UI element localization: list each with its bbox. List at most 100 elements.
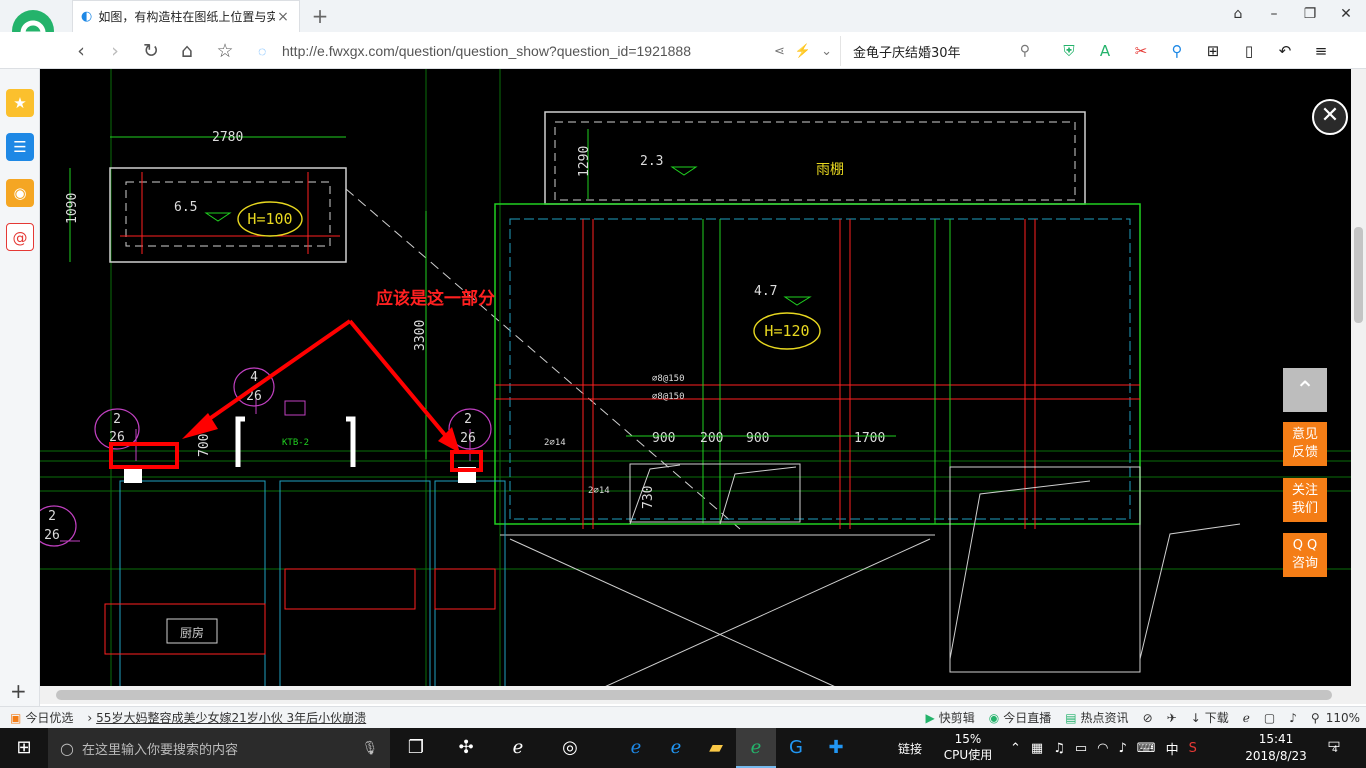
- system-clock[interactable]: 15:41 2018/8/23: [1244, 731, 1308, 765]
- plus-app-icon[interactable]: ✚: [816, 728, 856, 768]
- mobile-icon[interactable]: ▯: [1238, 42, 1260, 60]
- hot-news[interactable]: ▤ 热点资讯: [1065, 709, 1128, 726]
- tab-close-icon[interactable]: ×: [275, 9, 291, 25]
- address-bar[interactable]: ◌ http://e.fwxgx.com/question/question_s…: [258, 36, 838, 66]
- search-icon[interactable]: ⚲: [1020, 43, 1030, 59]
- minimize-button[interactable]: –: [1262, 6, 1286, 26]
- ime-indicator[interactable]: 中: [1166, 739, 1179, 758]
- 360-browser-icon[interactable]: ℯ: [736, 728, 776, 768]
- chevron-up-icon[interactable]: ⌃: [1010, 741, 1021, 756]
- microphone-icon[interactable]: 🎙: [361, 741, 378, 756]
- room-label: KTB-2: [282, 438, 309, 448]
- apps-grid-icon[interactable]: ⊞: [1202, 42, 1224, 60]
- vertical-scrollbar[interactable]: [1351, 69, 1366, 686]
- ie-icon[interactable]: ℯ: [656, 728, 696, 768]
- axis-bubble-bottom: 26: [44, 528, 60, 543]
- window-icon[interactable]: ▢: [1264, 711, 1275, 725]
- back-icon[interactable]: ‹: [68, 38, 94, 64]
- follow-us-button[interactable]: 关注 我们: [1283, 478, 1327, 522]
- url-text[interactable]: http://e.fwxgx.com/question/question_sho…: [282, 43, 774, 59]
- share-icon[interactable]: ⋖: [774, 43, 785, 59]
- translate-icon[interactable]: A: [1094, 42, 1116, 60]
- close-window-button[interactable]: ✕: [1334, 6, 1358, 26]
- cortana-icon: ○: [60, 738, 74, 758]
- speed-mode-icon[interactable]: ⚡: [795, 43, 811, 59]
- home-icon[interactable]: ⌂: [174, 38, 200, 64]
- undo-icon[interactable]: ↶: [1274, 42, 1296, 60]
- g-app-icon[interactable]: G: [776, 728, 816, 768]
- dim-label: 2780: [212, 130, 243, 145]
- dim-label: 3300: [413, 320, 428, 351]
- wifi-icon[interactable]: ◠: [1097, 741, 1108, 756]
- add-sidebar-item-icon[interactable]: +: [10, 679, 27, 703]
- news-ticker[interactable]: › 55岁大妈整容成美少女嫁21岁小伙 3年后小伙崩溃: [87, 709, 366, 726]
- edge-icon[interactable]: ℯ: [498, 728, 538, 768]
- screenshot-scissors-icon[interactable]: ✂: [1130, 42, 1152, 60]
- dim-label: 1290: [577, 146, 592, 177]
- new-tab-button[interactable]: +: [308, 4, 332, 28]
- tab-favicon-icon: ◐: [81, 9, 93, 24]
- restore-button[interactable]: ❐: [1298, 6, 1322, 26]
- back-to-top-button[interactable]: ⌃: [1283, 368, 1327, 412]
- gift-icon: ▣: [10, 710, 22, 725]
- search-box[interactable]: 金龟子庆结婚30年 ⚲: [840, 36, 1040, 66]
- edge-browser-icon[interactable]: ℯ: [616, 728, 656, 768]
- qq-consult-button[interactable]: Q Q 咨询: [1283, 533, 1327, 577]
- dim-label: 900: [652, 431, 675, 446]
- security-shield-icon[interactable]: ⛨: [1058, 42, 1080, 60]
- action-center-icon[interactable]: ▭ 4: [1322, 736, 1346, 760]
- dim-label: 1700: [854, 431, 885, 446]
- keyboard-icon[interactable]: ⌨: [1137, 741, 1156, 756]
- sogou-icon[interactable]: S: [1189, 741, 1197, 756]
- download-icon: ↓: [1190, 710, 1201, 725]
- speaker-icon[interactable]: ♪: [1119, 741, 1127, 756]
- ie-mode-icon[interactable]: ℯ: [1243, 711, 1250, 725]
- pin-icon[interactable]: ✈: [1167, 711, 1177, 725]
- windows-start-icon[interactable]: ⊞: [0, 728, 48, 768]
- weibo-icon[interactable]: ◉: [6, 179, 34, 207]
- dim-label: 1090: [65, 193, 80, 224]
- download[interactable]: ↓ 下载: [1191, 709, 1229, 726]
- search-input[interactable]: 金龟子庆结婚30年: [853, 42, 1020, 61]
- favorite-star-icon[interactable]: ☆: [212, 38, 238, 64]
- globe-icon[interactable]: ⊘: [1143, 711, 1153, 725]
- news-icon: ▤: [1065, 710, 1077, 725]
- news-feed-icon[interactable]: ☰: [6, 133, 34, 161]
- chevron-right-icon: ›: [87, 710, 93, 725]
- axis-bubble-top: 2: [464, 412, 472, 427]
- notification-bell-icon[interactable]: ♫: [1053, 741, 1065, 756]
- volume-icon[interactable]: ♪: [1289, 711, 1297, 725]
- close-viewer-button[interactable]: ✕: [1312, 99, 1348, 135]
- mail-icon[interactable]: @: [6, 223, 34, 251]
- swirl-app-icon[interactable]: ◎: [550, 728, 590, 768]
- quick-edit[interactable]: ▶ 快剪辑: [925, 709, 974, 726]
- today-live[interactable]: ◉ 今日直播: [989, 709, 1052, 726]
- menu-icon[interactable]: ≡: [1310, 42, 1332, 60]
- toolbar-extensions: ⛨ A ✂ ⚲ ⊞ ▯ ↶ ≡: [1058, 38, 1332, 64]
- task-view-icon[interactable]: ❐: [396, 728, 436, 768]
- active-tab[interactable]: ◐ 如图，有构造柱在图纸上位置与实 ×: [72, 0, 300, 32]
- refresh-icon[interactable]: ↻: [138, 38, 164, 64]
- zoom-level[interactable]: 110%: [1326, 711, 1360, 725]
- system-tray: 链接: [880, 728, 922, 768]
- magnifier-icon[interactable]: ⚲: [1166, 42, 1188, 60]
- links-label[interactable]: 链接: [898, 740, 922, 757]
- rebar-label: 2⌀14: [588, 486, 610, 496]
- taskbar-search-box[interactable]: ○ 在这里输入你要搜索的内容 🎙: [48, 728, 390, 768]
- chevron-down-icon[interactable]: ⌄: [821, 43, 832, 59]
- skin-icon[interactable]: ⌂: [1226, 6, 1250, 26]
- battery-icon[interactable]: ▭: [1075, 741, 1087, 756]
- windows-taskbar: ⊞ ○ 在这里输入你要搜索的内容 🎙 ❐ ✣ ℯ ◎ ℯ ℯ ▰ ℯ G ✚ 链…: [0, 728, 1366, 768]
- file-explorer-icon[interactable]: ▰: [696, 728, 736, 768]
- forward-icon[interactable]: ›: [102, 38, 128, 64]
- zoom-icon[interactable]: ⚲: [1311, 711, 1320, 725]
- today-pick[interactable]: ▣ 今日优选: [10, 709, 73, 726]
- feedback-button[interactable]: 意见 反馈: [1283, 422, 1327, 466]
- tab-bar: ◐ 如图，有构造柱在图纸上位置与实 × + ⌂ – ❐ ✕: [0, 0, 1366, 55]
- cpu-usage[interactable]: 15% CPU使用: [938, 731, 998, 763]
- fan-app-icon[interactable]: ✣: [446, 728, 486, 768]
- favorites-star-icon[interactable]: ★: [6, 89, 34, 117]
- horizontal-scrollbar[interactable]: [40, 686, 1366, 704]
- tray-app-icon[interactable]: ▦: [1031, 741, 1043, 756]
- taskbar-search-placeholder: 在这里输入你要搜索的内容: [81, 742, 238, 758]
